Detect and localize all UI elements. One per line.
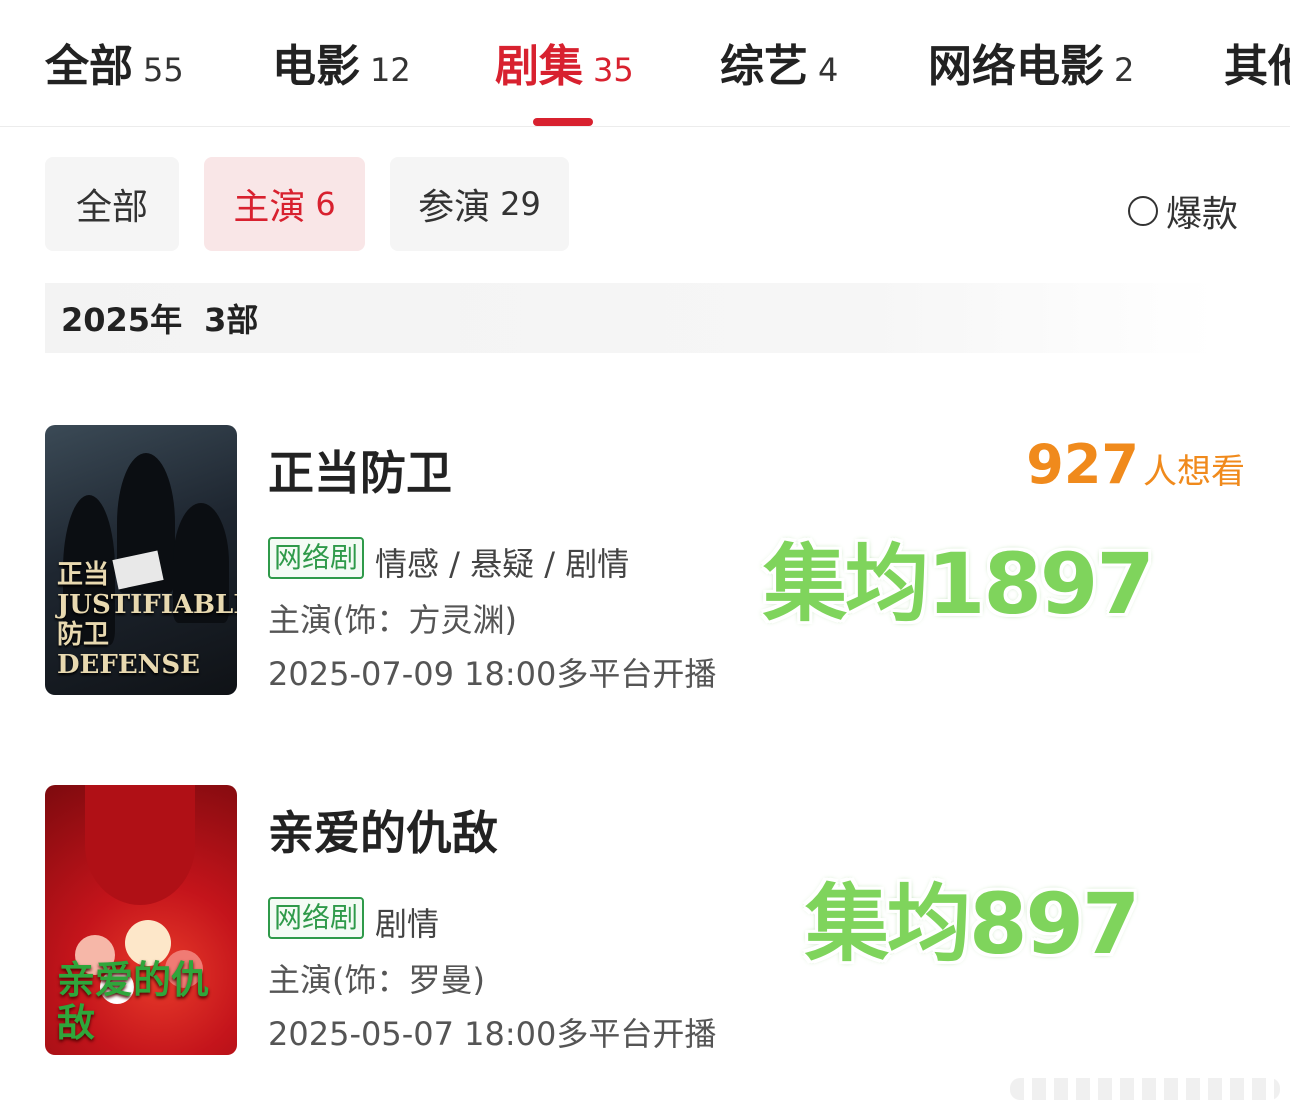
filter-label: 参演 bbox=[418, 187, 491, 228]
drama-genres: 剧情 bbox=[375, 905, 440, 943]
watermark bbox=[1010, 1078, 1280, 1100]
year-count: 3部 bbox=[204, 301, 259, 339]
tab-web-movies[interactable]: 网络电影 2 bbox=[928, 30, 1134, 94]
drama-genres: 情感 / 悬疑 / 剧情 bbox=[375, 545, 630, 583]
drama-title[interactable]: 正当防卫 bbox=[268, 437, 452, 503]
filter-count: 29 bbox=[500, 185, 541, 223]
episode-average-overlay: 集均897 bbox=[805, 875, 1140, 973]
tab-variety[interactable]: 综艺 4 bbox=[720, 30, 838, 94]
drama-role: 主演(饰：罗曼) bbox=[268, 961, 485, 999]
tab-movies[interactable]: 电影 12 bbox=[272, 30, 411, 94]
radio-unchecked-icon[interactable] bbox=[1128, 196, 1158, 226]
type-badge: 网络剧 bbox=[268, 897, 365, 939]
tab-label: 全部 bbox=[45, 41, 133, 92]
filter-lead-role[interactable]: 主演 6 bbox=[204, 157, 365, 251]
tab-count: 55 bbox=[143, 51, 184, 89]
tab-other[interactable]: 其他 bbox=[1224, 30, 1290, 94]
tab-label: 剧集 bbox=[495, 41, 583, 92]
type-badge: 网络剧 bbox=[268, 537, 365, 579]
episode-average-overlay: 集均1897 bbox=[763, 535, 1155, 633]
tab-count: 2 bbox=[1114, 51, 1135, 89]
hot-filter-toggle[interactable]: 爆款 bbox=[1128, 185, 1238, 237]
category-tab-bar: 全部 55 电影 12 剧集 35 综艺 4 网络电影 2 其他 bbox=[0, 0, 1290, 127]
poster-figure bbox=[85, 785, 195, 905]
filter-label: 全部 bbox=[75, 187, 148, 228]
tab-count: 35 bbox=[593, 51, 634, 89]
poster-title-text: 亲爱的仇敌 bbox=[57, 956, 210, 1046]
drama-title[interactable]: 亲爱的仇敌 bbox=[268, 797, 498, 863]
drama-poster[interactable]: 正当 JUSTIFIABLE 防卫 DEFENSE bbox=[45, 425, 237, 695]
filter-label: 主演 bbox=[233, 187, 306, 228]
filter-all[interactable]: 全部 bbox=[45, 157, 179, 251]
filter-count: 6 bbox=[315, 185, 336, 223]
tab-label: 其他 bbox=[1224, 41, 1290, 92]
tab-all[interactable]: 全部 55 bbox=[45, 30, 184, 94]
filter-supporting-role[interactable]: 参演 29 bbox=[390, 157, 569, 251]
want-unit: 人想看 bbox=[1143, 452, 1245, 492]
want-to-watch: 927 人想看 bbox=[1026, 433, 1245, 496]
active-tab-indicator bbox=[533, 118, 593, 126]
tab-label: 电影 bbox=[272, 41, 360, 92]
poster-title-text: 正当 JUSTIFIABLE 防卫 DEFENSE bbox=[57, 560, 237, 681]
tab-count: 12 bbox=[370, 51, 411, 89]
drama-air-date: 2025-07-09 18:00多平台开播 bbox=[268, 655, 717, 693]
drama-role: 主演(饰：方灵渊) bbox=[268, 601, 517, 639]
tab-series[interactable]: 剧集 35 bbox=[495, 30, 634, 94]
tab-label: 网络电影 bbox=[928, 41, 1104, 92]
year-group-header: 2025年 3部 bbox=[45, 283, 1217, 353]
drama-card[interactable]: 正当 JUSTIFIABLE 防卫 DEFENSE 正当防卫 927 人想看 网络剧… bbox=[45, 425, 1245, 695]
drama-poster[interactable]: 亲爱的仇敌 bbox=[45, 785, 237, 1055]
drama-card[interactable]: 亲爱的仇敌 亲爱的仇敌 网络剧 剧情 主演(饰：罗曼) 2025-05-07 1… bbox=[45, 785, 1245, 1055]
hot-filter-label: 爆款 bbox=[1166, 194, 1239, 235]
year-label: 2025年 bbox=[61, 301, 183, 339]
drama-air-date: 2025-05-07 18:00多平台开播 bbox=[268, 1015, 717, 1053]
tab-count: 4 bbox=[818, 51, 839, 89]
want-count: 927 bbox=[1026, 433, 1139, 496]
tab-label: 综艺 bbox=[720, 41, 808, 92]
